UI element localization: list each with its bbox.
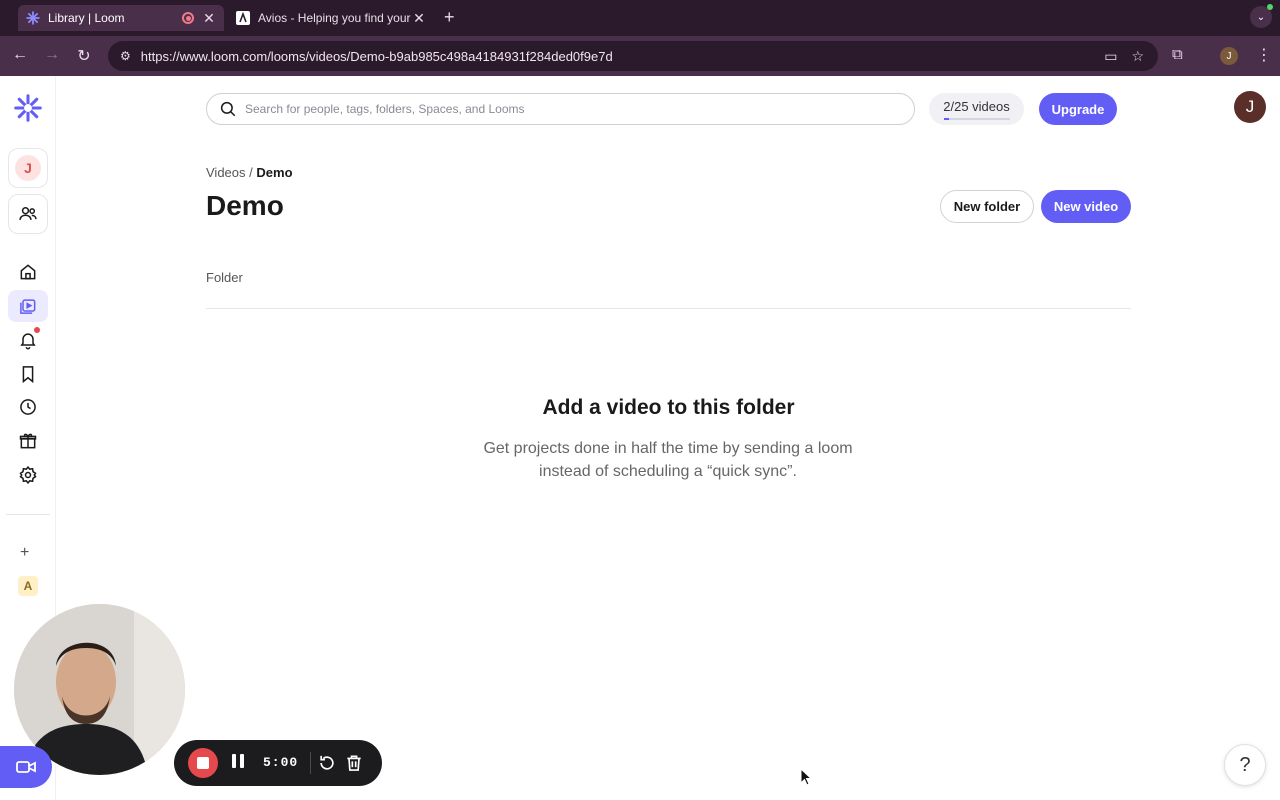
help-button[interactable]: ? [1224, 744, 1266, 786]
gift-icon[interactable] [8, 425, 48, 457]
tab-library-loom[interactable]: Library | Loom ✕ [18, 5, 224, 31]
section-divider [206, 308, 1131, 309]
breadcrumb: Videos / Demo [206, 165, 293, 180]
workspace-initial: J [15, 155, 41, 181]
video-quota-badge[interactable]: 2/25 videos [929, 93, 1024, 125]
browser-toolbar: ← → ↻ ⚙ https://www.loom.com/looms/video… [0, 36, 1280, 76]
add-space-icon[interactable]: + [20, 544, 29, 562]
loom-logo-icon[interactable] [8, 92, 48, 124]
stop-recording-button[interactable] [188, 748, 218, 778]
camera-permission-icon[interactable]: ▭ [1104, 48, 1117, 65]
members-icon[interactable] [8, 194, 48, 234]
page-title: Demo [206, 190, 284, 221]
controls-separator [310, 752, 311, 774]
video-camera-icon [16, 761, 36, 773]
bookmark-icon[interactable] [8, 358, 48, 390]
notifications-bell-icon[interactable] [8, 324, 48, 356]
extensions-icon[interactable]: ⧉ [1172, 46, 1183, 63]
avios-favicon-icon [236, 11, 250, 25]
breadcrumb-separator: / [249, 165, 253, 180]
search-icon [220, 101, 236, 117]
tab-avios[interactable]: Avios - Helping you find your ✕ [228, 5, 434, 31]
update-dot-icon [1267, 4, 1273, 10]
empty-state-title: Add a video to this folder [542, 396, 795, 419]
loom-favicon-icon [26, 11, 40, 25]
library-icon[interactable] [8, 290, 48, 322]
history-clock-icon[interactable] [8, 391, 48, 423]
recording-timer: 5:00 [263, 755, 299, 770]
quota-progress-bar [943, 117, 1010, 120]
new-video-button[interactable]: New video [1041, 190, 1131, 223]
browser-menu-icon[interactable]: ⋮ [1256, 45, 1272, 65]
tab-title: Avios - Helping you find your [258, 11, 411, 25]
recording-indicator-icon [182, 12, 194, 24]
bookmark-star-icon[interactable]: ☆ [1131, 48, 1144, 65]
pause-icon[interactable] [230, 754, 246, 772]
site-settings-icon[interactable]: ⚙ [120, 49, 131, 63]
sidebar-divider [6, 514, 50, 515]
mouse-cursor-icon [800, 768, 812, 786]
workspace-avatar[interactable]: J [8, 148, 48, 188]
upgrade-button[interactable]: Upgrade [1039, 93, 1117, 125]
back-arrow-icon[interactable]: ← [10, 46, 30, 64]
trash-icon[interactable] [344, 753, 364, 773]
recording-controls: 5:00 [174, 740, 382, 786]
breadcrumb-current: Demo [256, 165, 293, 180]
tab-title: Library | Loom [48, 11, 125, 25]
search-bar[interactable] [206, 93, 915, 125]
home-icon[interactable] [8, 256, 48, 288]
close-tab-icon[interactable]: ✕ [202, 10, 216, 27]
camera-toggle-button[interactable] [0, 746, 52, 788]
quota-label: 2/25 videos [943, 98, 1010, 114]
browser-profile-avatar[interactable]: J [1220, 47, 1238, 65]
user-avatar[interactable]: J [1234, 91, 1266, 123]
new-tab-icon[interactable]: + [444, 7, 455, 28]
url-text: https://www.loom.com/looms/videos/Demo-b… [140, 48, 613, 64]
address-bar[interactable]: ⚙ https://www.loom.com/looms/videos/Demo… [108, 41, 1158, 71]
reload-icon[interactable]: ↻ [74, 46, 94, 66]
notification-badge [34, 327, 40, 333]
folder-section-label: Folder [206, 270, 243, 285]
search-input[interactable] [245, 102, 885, 116]
quota-progress-fill [943, 117, 949, 120]
space-avatar[interactable]: A [18, 576, 38, 596]
breadcrumb-videos-link[interactable]: Videos [206, 165, 246, 180]
browser-tabbar: Library | Loom ✕ Avios - Helping you fin… [0, 0, 1280, 36]
settings-gear-icon[interactable] [8, 459, 48, 491]
close-tab-icon[interactable]: ✕ [412, 10, 426, 27]
forward-arrow-icon[interactable]: → [42, 46, 62, 64]
restart-icon[interactable] [317, 753, 337, 773]
new-folder-button[interactable]: New folder [940, 190, 1034, 223]
empty-state-description: Get projects done in half the time by se… [483, 440, 853, 480]
